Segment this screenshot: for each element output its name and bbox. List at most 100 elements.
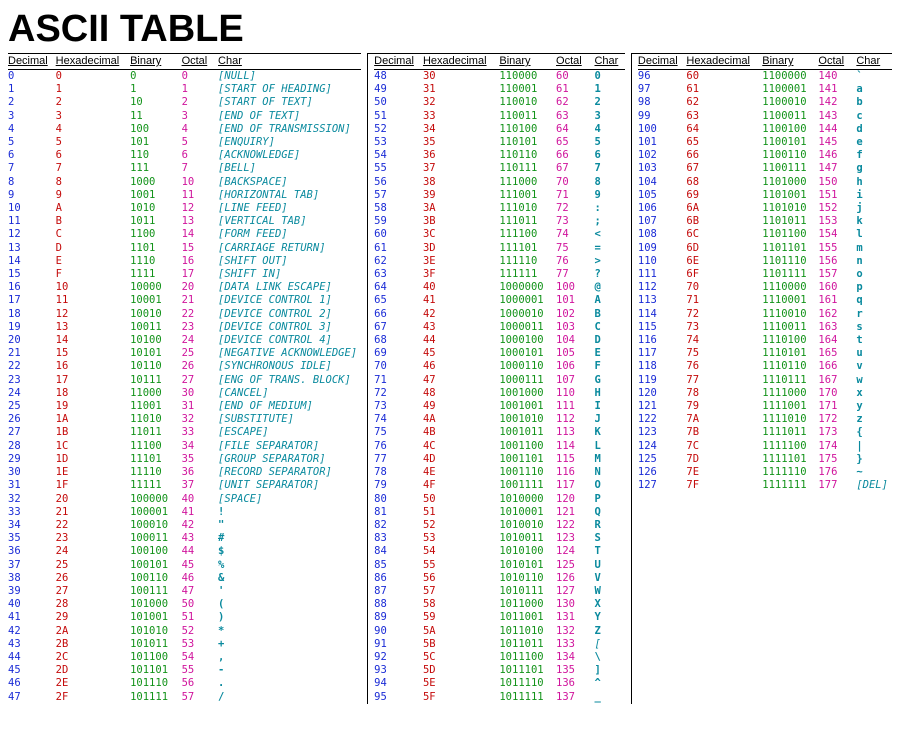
table-row: 925C1011100134\ <box>374 651 625 664</box>
table-row: 935D1011101135] <box>374 664 625 677</box>
table-row: 104681101000150h <box>638 176 892 189</box>
table-row: 23171011127[ENG OF TRANS. BLOCK] <box>8 374 361 387</box>
table-row: 117751110101165u <box>638 347 892 360</box>
table-row: 85551010101125U <box>374 559 625 572</box>
col-header-oct: Octal <box>556 54 594 70</box>
table-row: 1086C1101100154l <box>638 228 892 241</box>
table-row: 4830110000600 <box>374 70 625 84</box>
table-row: 1106E1101110156n <box>638 255 892 268</box>
table-row: 15F111117[SHIFT IN] <box>8 268 361 281</box>
col-header-dec: Decimal <box>638 54 686 70</box>
table-row: 87571010111127W <box>374 585 625 598</box>
table-row: 112701110000160p <box>638 281 892 294</box>
table-row: 14E111016[SHIFT OUT] <box>8 255 361 268</box>
table-row: 382610011046& <box>8 572 361 585</box>
table-row: 5133110011633 <box>374 110 625 123</box>
table-row: 69451000101105E <box>374 347 625 360</box>
table-row: 12C110014[FORM FEED] <box>8 228 361 241</box>
col-header-chr: Char <box>218 54 361 70</box>
table-row: 11B101113[VERTICAL TAB] <box>8 215 361 228</box>
col-header-bin: Binary <box>762 54 818 70</box>
table-row: 5638111000708 <box>374 176 625 189</box>
table-row: 72481001000110H <box>374 387 625 400</box>
table-row: 70461000110106F <box>374 360 625 373</box>
table-row: 774D1001101115M <box>374 453 625 466</box>
table-row: 661106[ACKNOWLEDGE] <box>8 149 361 162</box>
table-row: 13D110115[CARRIAGE RETURN] <box>8 242 361 255</box>
table-row: 71471000111107G <box>374 374 625 387</box>
table-row: 905A1011010132Z <box>374 625 625 638</box>
table-row: 603C11110074< <box>374 228 625 241</box>
table-row: 261A1101032[SUBSTITUTE] <box>8 413 361 426</box>
table-row: 342210001042" <box>8 519 361 532</box>
table-row: 301E1111036[RECORD SEPARATOR] <box>8 466 361 479</box>
table-row: 332110000141! <box>8 506 361 519</box>
table-row: 101651100101145e <box>638 136 892 149</box>
table-row: 593B11101173; <box>374 215 625 228</box>
table-row: 945E1011110136^ <box>374 677 625 690</box>
table-row: 24181100030[CANCEL] <box>8 387 361 400</box>
col-header-chr: Char <box>856 54 892 70</box>
table-row: 5032110010622 <box>374 96 625 109</box>
table-row: 1076B1101011153k <box>638 215 892 228</box>
table-row: 322010000040[SPACE] <box>8 493 361 506</box>
table-row: 1111[START OF HEADING] <box>8 83 361 96</box>
col-header-dec: Decimal <box>374 54 423 70</box>
table-row: 311F1111137[UNIT SEPARATOR] <box>8 479 361 492</box>
table-row: 16101000020[DATA LINK ESCAPE] <box>8 281 361 294</box>
table-row: 5234110100644 <box>374 123 625 136</box>
table-row: 352310001143# <box>8 532 361 545</box>
table-row: 1066A1101010152j <box>638 202 892 215</box>
table-row: 25191100131[END OF MEDIUM] <box>8 400 361 413</box>
table-row: 115731110011163s <box>638 321 892 334</box>
table-row: 1116F1101111157o <box>638 268 892 281</box>
col-header-oct: Octal <box>182 54 218 70</box>
table-row: 281C1110034[FILE SEPARATOR] <box>8 440 361 453</box>
table-row: 65411000001101A <box>374 294 625 307</box>
col-header-oct: Octal <box>818 54 856 70</box>
table-row: 1227A1111010172z <box>638 413 892 426</box>
table-row: 121791111001171y <box>638 400 892 413</box>
table-row: 5335110101655 <box>374 136 625 149</box>
table-row: 113711110001161q <box>638 294 892 307</box>
col-header-dec: Decimal <box>8 54 56 70</box>
table-row: 633F11111177? <box>374 268 625 281</box>
table-row: 82521010010122R <box>374 519 625 532</box>
column-1: DecimalHexadecimalBinaryOctalChar4830110… <box>367 53 625 704</box>
table-row: 392710011147' <box>8 585 361 598</box>
col-header-bin: Binary <box>499 54 556 70</box>
table-row: 754B1001011113K <box>374 426 625 439</box>
table-row: 5739111001719 <box>374 189 625 202</box>
table-row: 17111000121[DEVICE CONTROL 1] <box>8 294 361 307</box>
table-row: 98621100010142b <box>638 96 892 109</box>
table-row: 21151010125[NEGATIVE ACKNOWLEDGE] <box>8 347 361 360</box>
table-row: 67431000011103C <box>374 321 625 334</box>
table-row: 452D10110155- <box>8 664 361 677</box>
table-row: 22102[START OF TEXT] <box>8 96 361 109</box>
column-0: DecimalHexadecimalBinaryOctalChar0000[NU… <box>8 53 361 704</box>
table-row: 64401000000100@ <box>374 281 625 294</box>
table-row: 442C10110054, <box>8 651 361 664</box>
table-row: 784E1001110116N <box>374 466 625 479</box>
table-row: 771117[BELL] <box>8 162 361 175</box>
table-row: 114721110010162r <box>638 308 892 321</box>
table-row: 794F1001111117O <box>374 479 625 492</box>
table-row: 412910100151) <box>8 611 361 624</box>
table-row: 118761110110166v <box>638 360 892 373</box>
col-header-hex: Hexadecimal <box>686 54 762 70</box>
table-row: 88581011000130X <box>374 598 625 611</box>
table-row: 80501010000120P <box>374 493 625 506</box>
column-2: DecimalHexadecimalBinaryOctalChar9660110… <box>631 53 892 704</box>
table-row: 66421000010102B <box>374 308 625 321</box>
table-row: 744A1001010112J <box>374 413 625 426</box>
table-row: 551015[ENQUIRY] <box>8 136 361 149</box>
table-row: 119771110111167w <box>638 374 892 387</box>
table-row: 10A101012[LINE FEED] <box>8 202 361 215</box>
table-row: 362410010044$ <box>8 545 361 558</box>
table-row: 99631100011143c <box>638 110 892 123</box>
table-row: 422A10101052* <box>8 625 361 638</box>
table-row: 84541010100124T <box>374 545 625 558</box>
table-row: 100641100100144d <box>638 123 892 136</box>
table-row: 613D11110175= <box>374 242 625 255</box>
table-row: 97611100001141a <box>638 83 892 96</box>
